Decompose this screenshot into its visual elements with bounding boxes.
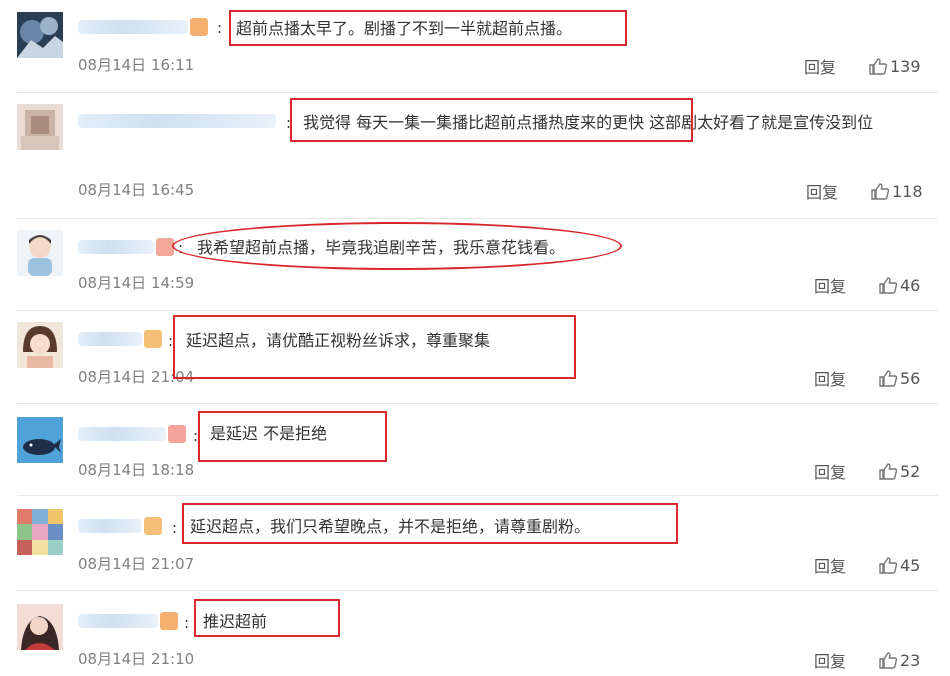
colon-separator: :: [217, 19, 223, 37]
highlight-ellipse: [172, 222, 622, 270]
thumbs-up-icon: [879, 652, 898, 669]
blurred-username[interactable]: [78, 517, 166, 535]
highlight-box: [194, 599, 340, 637]
like-count: 139: [890, 56, 921, 76]
divider: [17, 590, 938, 591]
like-button[interactable]: 139: [868, 56, 921, 76]
highlight-box: [198, 411, 387, 462]
avatar[interactable]: [17, 12, 63, 58]
divider: [17, 92, 938, 93]
avatar[interactable]: [17, 604, 63, 650]
like-count: 52: [900, 461, 921, 481]
blurred-username[interactable]: [78, 612, 178, 630]
avatar[interactable]: [17, 417, 63, 463]
like-count: 118: [892, 181, 923, 201]
highlight-box: [229, 10, 627, 46]
highlight-box: [182, 503, 678, 544]
comment-timestamp: 08月14日 21:10: [78, 650, 195, 668]
like-count: 45: [900, 555, 921, 575]
like-count: 56: [900, 368, 921, 388]
like-button[interactable]: 45: [878, 555, 920, 575]
avatar[interactable]: [17, 509, 63, 555]
like-button[interactable]: 23: [878, 650, 920, 670]
reply-button[interactable]: 回复: [806, 179, 838, 203]
divider: [17, 218, 938, 219]
divider: [17, 495, 938, 496]
reply-button[interactable]: 回复: [814, 366, 846, 390]
blurred-username[interactable]: [78, 18, 210, 36]
highlight-box: [173, 315, 576, 379]
thumbs-up-icon: [879, 370, 898, 387]
reply-button[interactable]: 回复: [814, 273, 846, 297]
reply-button[interactable]: 回复: [814, 459, 846, 483]
comment-timestamp: 08月14日 18:18: [78, 461, 195, 479]
like-count: 23: [900, 650, 921, 670]
blurred-username[interactable]: [78, 425, 186, 443]
like-button[interactable]: 118: [870, 181, 923, 201]
reply-button[interactable]: 回复: [804, 54, 836, 78]
thumbs-up-icon: [871, 183, 890, 200]
comment-timestamp: 08月14日 16:11: [78, 56, 195, 74]
avatar[interactable]: [17, 322, 63, 368]
blurred-username[interactable]: [78, 330, 164, 348]
like-button[interactable]: 52: [878, 461, 920, 481]
avatar[interactable]: [17, 230, 63, 276]
comment-timestamp: 08月14日 16:45: [78, 181, 195, 199]
colon-separator: :: [172, 519, 178, 537]
comment-timestamp: 08月14日 21:07: [78, 555, 195, 573]
colon-separator: :: [184, 614, 190, 632]
thumbs-up-icon: [879, 463, 898, 480]
like-count: 46: [900, 275, 921, 295]
reply-button[interactable]: 回复: [814, 648, 846, 672]
thumbs-up-icon: [879, 557, 898, 574]
divider: [17, 310, 938, 311]
highlight-box: [290, 98, 693, 142]
avatar[interactable]: [17, 104, 63, 150]
like-button[interactable]: 46: [878, 275, 920, 295]
blurred-username[interactable]: [78, 238, 174, 256]
comment-timestamp: 08月14日 14:59: [78, 274, 195, 292]
like-button[interactable]: 56: [878, 368, 920, 388]
thumbs-up-icon: [879, 277, 898, 294]
divider: [17, 403, 938, 404]
thumbs-up-icon: [869, 58, 888, 75]
reply-button[interactable]: 回复: [814, 553, 846, 577]
